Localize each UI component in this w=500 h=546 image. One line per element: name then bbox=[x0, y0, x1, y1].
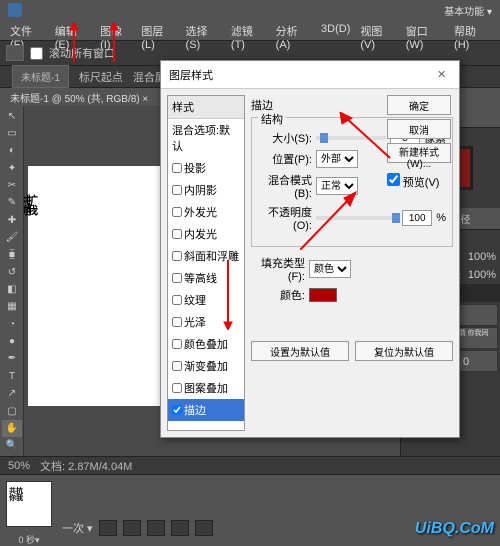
frame-delay[interactable]: 0 秒▾ bbox=[0, 533, 58, 546]
first-frame-icon[interactable] bbox=[99, 520, 117, 536]
document-info[interactable]: 文档: 2.87M/4.04M bbox=[40, 458, 132, 474]
dialog-buttons: 确定 取消 新建样式(W)... 预览(V) bbox=[387, 95, 451, 190]
preview-checkbox[interactable] bbox=[387, 173, 400, 186]
menu-window[interactable]: 窗口(W) bbox=[402, 20, 448, 40]
blur-tool-icon[interactable]: ◔ bbox=[2, 316, 22, 332]
effect-satin[interactable]: 光泽 bbox=[168, 311, 244, 333]
canvas-text-layer: 共扩 你我 bbox=[24, 196, 34, 217]
reset-default-button[interactable]: 复位为默认值 bbox=[355, 341, 453, 361]
layer-style-dialog: 图层样式 ✕ 样式 混合选项:默认 投影 内阴影 外发光 内发光 斜面和浮雕 等… bbox=[160, 60, 460, 438]
menu-analysis[interactable]: 分析(A) bbox=[272, 20, 315, 40]
animation-controls: 一次 ▾ bbox=[58, 475, 217, 540]
opacity-unit: % bbox=[436, 212, 446, 224]
color-label: 颜色: bbox=[251, 287, 305, 303]
heal-tool-icon[interactable]: ✚ bbox=[2, 212, 22, 228]
menu-view[interactable]: 视图(V) bbox=[356, 20, 399, 40]
main-menubar: 文件(F) 编辑(E) 图像(I) 图层(L) 选择(S) 滤镜(T) 分析(A… bbox=[0, 20, 500, 40]
eraser-tool-icon[interactable]: ◧ bbox=[2, 281, 22, 297]
hand-tool-icon[interactable]: ✋ bbox=[2, 420, 22, 436]
status-bar: 50% 文档: 2.87M/4.04M bbox=[0, 456, 500, 474]
dialog-title: 图层样式 bbox=[169, 67, 213, 83]
effect-texture[interactable]: 纹理 bbox=[168, 289, 244, 311]
move-tool-icon[interactable]: ↖ bbox=[2, 108, 22, 124]
hand-tool-preset-icon[interactable] bbox=[6, 45, 24, 61]
zoom-level[interactable]: 50% bbox=[8, 460, 30, 472]
ok-button[interactable]: 确定 bbox=[387, 95, 451, 115]
fill-value[interactable]: 100% bbox=[468, 269, 496, 281]
position-label: 位置(P): bbox=[258, 151, 312, 167]
view-tab-2[interactable]: 标尺起点 bbox=[79, 69, 123, 85]
opacity-slider[interactable] bbox=[316, 216, 398, 220]
pen-tool-icon[interactable]: ✒ bbox=[2, 351, 22, 367]
dodge-tool-icon[interactable]: ● bbox=[2, 333, 22, 349]
path-tool-icon[interactable]: ↗ bbox=[2, 386, 22, 402]
effect-pattern-overlay[interactable]: 图案叠加 bbox=[168, 377, 244, 399]
loop-select[interactable]: 一次 ▾ bbox=[62, 520, 93, 536]
animation-frame-thumb[interactable]: 共抗你我 bbox=[6, 481, 52, 527]
blendmode-label: 混合模式(B): bbox=[258, 172, 312, 200]
history-brush-tool-icon[interactable]: ↺ bbox=[2, 264, 22, 280]
menu-layer[interactable]: 图层(L) bbox=[137, 20, 179, 40]
new-style-button[interactable]: 新建样式(W)... bbox=[387, 143, 451, 163]
workspace-switcher[interactable]: 基本功能 ▾ bbox=[444, 3, 492, 18]
preview-label: 预览(V) bbox=[403, 177, 440, 189]
brush-tool-icon[interactable]: 🖌 bbox=[2, 229, 22, 245]
shape-tool-icon[interactable]: ▢ bbox=[2, 403, 22, 419]
watermark-text: UiBQ.CoM bbox=[415, 520, 494, 538]
blending-options-item[interactable]: 混合选项:默认 bbox=[168, 119, 244, 157]
effect-bevel-emboss[interactable]: 斜面和浮雕 bbox=[168, 245, 244, 267]
tools-panel: ↖ ▭ ◐ ✦ ✂ ✎ ✚ 🖌 ⧯ ↺ ◧ ▦ ◔ ● ✒ T ↗ ▢ ✋ 🔍 bbox=[0, 106, 24, 456]
effect-outer-glow[interactable]: 外发光 bbox=[168, 201, 244, 223]
filltype-label: 填充类型(F): bbox=[251, 255, 305, 283]
view-tab-1[interactable]: 未标题-1 bbox=[12, 65, 69, 88]
menu-edit[interactable]: 编辑(E) bbox=[51, 20, 94, 40]
last-frame-icon[interactable] bbox=[195, 520, 213, 536]
effect-color-overlay[interactable]: 颜色叠加 bbox=[168, 333, 244, 355]
effect-inner-shadow[interactable]: 内阴影 bbox=[168, 179, 244, 201]
scroll-all-windows-checkbox[interactable] bbox=[30, 47, 43, 60]
effect-stroke[interactable]: 描边 bbox=[168, 399, 244, 421]
effect-inner-glow[interactable]: 内发光 bbox=[168, 223, 244, 245]
prev-frame-icon[interactable] bbox=[123, 520, 141, 536]
size-slider[interactable] bbox=[316, 136, 386, 140]
lasso-tool-icon[interactable]: ◐ bbox=[2, 143, 22, 159]
opacity-input[interactable] bbox=[402, 210, 432, 226]
type-tool-icon[interactable]: T bbox=[2, 368, 22, 384]
styles-header[interactable]: 样式 bbox=[168, 96, 244, 119]
close-icon[interactable]: ✕ bbox=[437, 68, 451, 82]
menu-3d[interactable]: 3D(D) bbox=[317, 20, 354, 40]
cancel-button[interactable]: 取消 bbox=[387, 119, 451, 139]
styles-list: 样式 混合选项:默认 投影 内阴影 外发光 内发光 斜面和浮雕 等高线 纹理 光… bbox=[167, 95, 245, 431]
app-titlebar: 基本功能 ▾ bbox=[0, 0, 500, 20]
marquee-tool-icon[interactable]: ▭ bbox=[2, 125, 22, 141]
effect-contour[interactable]: 等高线 bbox=[168, 267, 244, 289]
wand-tool-icon[interactable]: ✦ bbox=[2, 160, 22, 176]
position-select[interactable]: 外部 bbox=[316, 150, 358, 168]
eyedropper-tool-icon[interactable]: ✎ bbox=[2, 195, 22, 211]
app-logo-icon bbox=[8, 3, 22, 17]
effect-drop-shadow[interactable]: 投影 bbox=[168, 157, 244, 179]
opacity-value[interactable]: 100% bbox=[468, 251, 496, 263]
effect-gradient-overlay[interactable]: 渐变叠加 bbox=[168, 355, 244, 377]
play-icon[interactable] bbox=[147, 520, 165, 536]
stamp-tool-icon[interactable]: ⧯ bbox=[2, 247, 22, 263]
menu-filter[interactable]: 滤镜(T) bbox=[227, 20, 270, 40]
zoom-tool-icon[interactable]: 🔍 bbox=[2, 438, 22, 454]
stroke-color-swatch[interactable] bbox=[309, 288, 337, 302]
filltype-select[interactable]: 颜色 bbox=[309, 260, 351, 278]
crop-tool-icon[interactable]: ✂ bbox=[2, 177, 22, 193]
make-default-button[interactable]: 设置为默认值 bbox=[251, 341, 349, 361]
gradient-tool-icon[interactable]: ▦ bbox=[2, 299, 22, 315]
group-label: 结构 bbox=[258, 111, 286, 127]
opacity-label: 不透明度(O): bbox=[258, 204, 312, 232]
scroll-all-windows-label: 滚动所有窗口 bbox=[49, 45, 115, 61]
dialog-titlebar[interactable]: 图层样式 ✕ bbox=[161, 61, 459, 89]
menu-image[interactable]: 图像(I) bbox=[96, 20, 135, 40]
blendmode-select[interactable]: 正常 bbox=[316, 177, 358, 195]
menu-file[interactable]: 文件(F) bbox=[6, 20, 49, 40]
size-label: 大小(S): bbox=[258, 130, 312, 146]
menu-help[interactable]: 帮助(H) bbox=[450, 20, 494, 40]
menu-select[interactable]: 选择(S) bbox=[182, 20, 225, 40]
next-frame-icon[interactable] bbox=[171, 520, 189, 536]
